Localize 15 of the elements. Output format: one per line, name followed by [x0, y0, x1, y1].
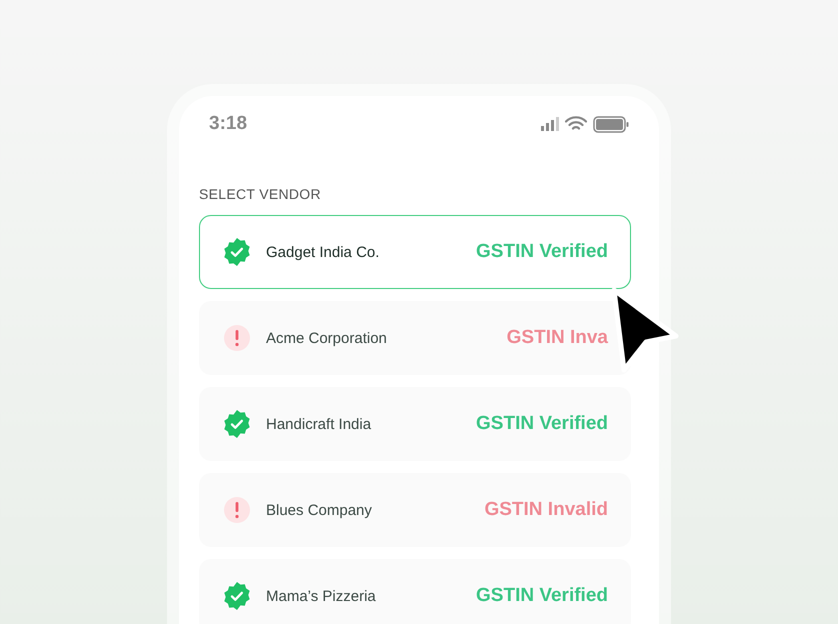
verified-badge-icon — [222, 237, 252, 267]
vendor-option[interactable]: Blues Company GSTIN Invalid — [199, 473, 631, 547]
section-heading: SELECT VENDOR — [199, 186, 322, 202]
vendor-option[interactable]: Gadget India Co. GSTIN Verified — [199, 215, 631, 289]
vendor-option[interactable]: Mama’s Pizzeria GSTIN Verified — [199, 559, 631, 624]
signal-icon — [541, 117, 559, 131]
status-time: 3:18 — [209, 113, 248, 135]
vendor-option[interactable]: Acme Corporation GSTIN Inva — [199, 301, 631, 375]
verified-badge-icon — [222, 409, 252, 439]
vendor-option[interactable]: Handicraft India GSTIN Verified — [199, 387, 631, 461]
warning-icon — [222, 495, 252, 525]
battery-icon — [593, 116, 629, 132]
warning-icon — [222, 323, 252, 353]
verified-badge-icon — [222, 581, 252, 611]
wifi-icon — [565, 116, 587, 132]
